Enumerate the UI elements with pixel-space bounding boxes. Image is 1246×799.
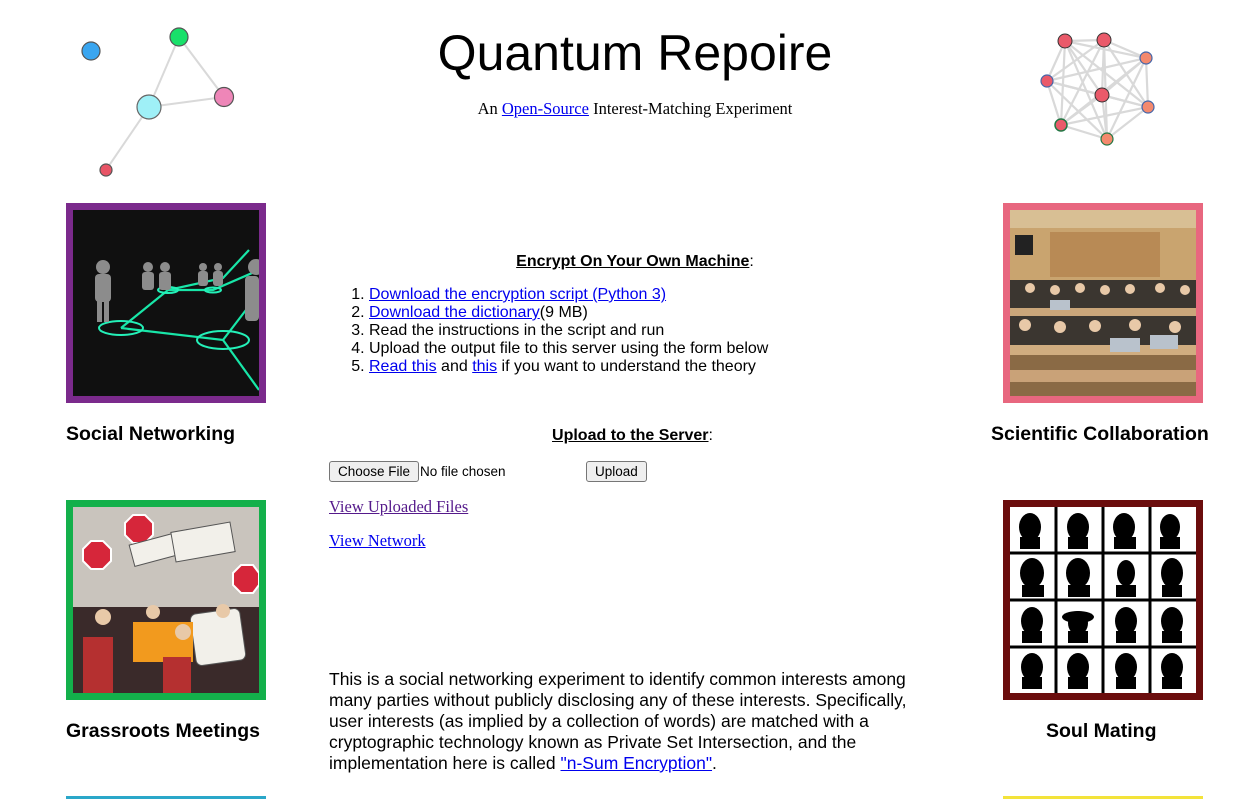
upload-heading-colon: : — [708, 427, 713, 444]
step-2: Download the dictionary(9 MB) — [369, 304, 889, 322]
step-3: Read the instructions in the script and … — [369, 322, 889, 340]
description-end: . — [712, 753, 717, 773]
soul-mating-caption: Soul Mating — [1046, 720, 1157, 742]
upload-heading-text: Upload to the Server — [552, 427, 709, 444]
scientific-collaboration-image[interactable] — [1003, 203, 1203, 403]
subtitle-suffix: Interest-Matching Experiment — [588, 99, 793, 118]
download-script-link[interactable]: Download the encryption script (Python 3… — [369, 286, 666, 303]
subtitle-prefix: An — [477, 99, 502, 118]
encrypt-steps-list: Download the encryption script (Python 3… — [329, 286, 889, 376]
dictionary-size: (9 MB) — [539, 304, 588, 321]
download-dictionary-link[interactable]: Download the dictionary — [369, 304, 540, 321]
step-4-text: Upload the output file to this server us… — [369, 340, 769, 357]
network-graph-right-icon — [1040, 32, 1155, 146]
no-file-chosen-text: No file chosen — [420, 464, 506, 479]
encrypt-heading-colon: : — [749, 253, 754, 270]
page-subtitle: An Open-Source Interest-Matching Experim… — [330, 99, 940, 119]
page-title: Quantum Repoire — [437, 25, 833, 81]
step-5-suffix: if you want to understand the theory — [497, 358, 756, 375]
open-source-link[interactable]: Open-Source — [502, 99, 589, 118]
soul-mating-image[interactable] — [1003, 500, 1203, 700]
grassroots-meetings-caption: Grassroots Meetings — [66, 720, 260, 742]
encrypt-heading-text: Encrypt On Your Own Machine — [516, 253, 750, 270]
step-5: Read this and this if you want to unders… — [369, 358, 889, 376]
social-networking-caption: Social Networking — [66, 423, 236, 445]
description-paragraph: This is a social networking experiment t… — [329, 669, 929, 774]
network-graph-left-icon — [81, 27, 235, 177]
step-1: Download the encryption script (Python 3… — [369, 286, 889, 304]
this-link[interactable]: this — [472, 358, 497, 375]
encrypt-heading: Encrypt On Your Own Machine: — [330, 253, 940, 271]
upload-button[interactable]: Upload — [586, 461, 647, 482]
n-sum-encryption-link[interactable]: "n-Sum Encryption" — [561, 753, 713, 773]
choose-file-button[interactable]: Choose File — [329, 461, 420, 482]
social-networking-image[interactable] — [66, 203, 266, 403]
view-uploaded-files-link[interactable]: View Uploaded Files — [329, 497, 468, 517]
step-4: Upload the output file to this server us… — [369, 340, 889, 358]
view-network-link[interactable]: View Network — [329, 531, 426, 551]
grassroots-meetings-image[interactable] — [66, 500, 266, 700]
read-this-link[interactable]: Read this — [369, 358, 437, 375]
step-5-and: and — [436, 358, 473, 375]
scientific-collaboration-caption: Scientific Collaboration — [991, 423, 1209, 445]
upload-heading: Upload to the Server: — [330, 427, 935, 445]
step-3-text: Read the instructions in the script and … — [369, 322, 665, 339]
